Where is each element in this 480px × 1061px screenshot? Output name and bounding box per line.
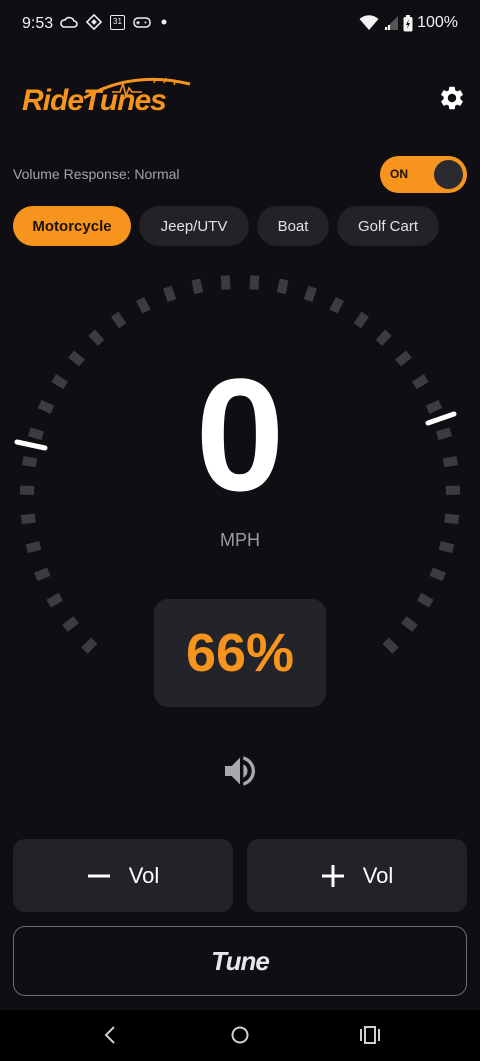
gauge-dash [163, 285, 177, 303]
wifi-icon [359, 15, 379, 30]
gauge-dash [62, 616, 79, 632]
home-icon[interactable] [229, 1024, 251, 1046]
gauge-dash [429, 567, 446, 582]
tab-motorcycle[interactable]: Motorcycle [13, 206, 131, 246]
gauge-dash [382, 637, 399, 654]
gauge-dash [81, 637, 98, 654]
gauge-dash [329, 296, 344, 314]
battery-percent: 100% [417, 14, 458, 31]
toggle-label: ON [390, 167, 408, 181]
gauge-dash [136, 296, 151, 314]
tab-boat[interactable]: Boat [257, 206, 329, 246]
gauge-dash [249, 275, 260, 290]
recents-icon[interactable] [359, 1024, 381, 1046]
gauge-dash [88, 329, 105, 346]
volume-down-button[interactable]: Vol [13, 839, 233, 912]
navigation-bar [0, 1010, 480, 1061]
gauge-dash [46, 592, 64, 608]
volume-response-toggle[interactable]: ON [380, 156, 467, 193]
ridetunes-logo: RideTunes [22, 74, 200, 124]
gauge-dash [303, 285, 317, 303]
diamond-app-icon [86, 14, 102, 30]
speed-unit: MPH [220, 530, 260, 550]
speed-value: 0 [195, 345, 285, 524]
gauge-dash [191, 278, 204, 295]
gauge-dash [276, 278, 289, 295]
gauge-dash [111, 311, 127, 329]
gauge-dash [20, 513, 36, 525]
vehicle-tabs: Motorcycle Jeep/UTV Boat Golf Cart [13, 206, 439, 246]
gauge-dash [444, 513, 460, 525]
tune-button[interactable]: Tune [13, 926, 467, 996]
status-system-icons: 100% [359, 14, 458, 32]
volume-up-label: Vol [362, 862, 394, 888]
plus-icon [321, 864, 344, 887]
gauge-dash [353, 311, 369, 329]
cloud-icon [60, 16, 78, 28]
speaker-icon[interactable] [219, 751, 261, 791]
gauge-dash [416, 592, 434, 608]
status-bar: 9:53 31 100% [0, 0, 480, 50]
dot-icon [161, 19, 167, 25]
gear-icon[interactable] [438, 84, 466, 112]
minus-icon [87, 874, 110, 877]
volume-percent: 66% [185, 623, 295, 683]
gauge-dash [34, 567, 51, 582]
calendar-icon: 31 [110, 14, 125, 30]
status-time: 9:53 [22, 15, 54, 32]
tab-jeep-utv[interactable]: Jeep/UTV [139, 206, 249, 246]
battery-icon [403, 14, 413, 31]
gauge-dash [375, 329, 392, 346]
back-icon[interactable] [100, 1024, 120, 1046]
gamepad-icon [133, 17, 151, 28]
volume-response-label: Volume Response: Normal [13, 166, 180, 182]
gauge-dash [401, 616, 418, 632]
gauge-dash [220, 275, 231, 290]
volume-down-label: Vol [128, 862, 160, 888]
tune-label: Tune [211, 945, 270, 976]
signal-icon [384, 16, 399, 30]
tab-golf-cart[interactable]: Golf Cart [337, 206, 439, 246]
toggle-knob [434, 160, 463, 189]
logo-text: RideTunes [22, 84, 167, 117]
status-notification-icons: 31 [60, 14, 169, 30]
volume-up-button[interactable]: Vol [247, 839, 467, 912]
volume-percent-box: 66% [154, 599, 326, 707]
